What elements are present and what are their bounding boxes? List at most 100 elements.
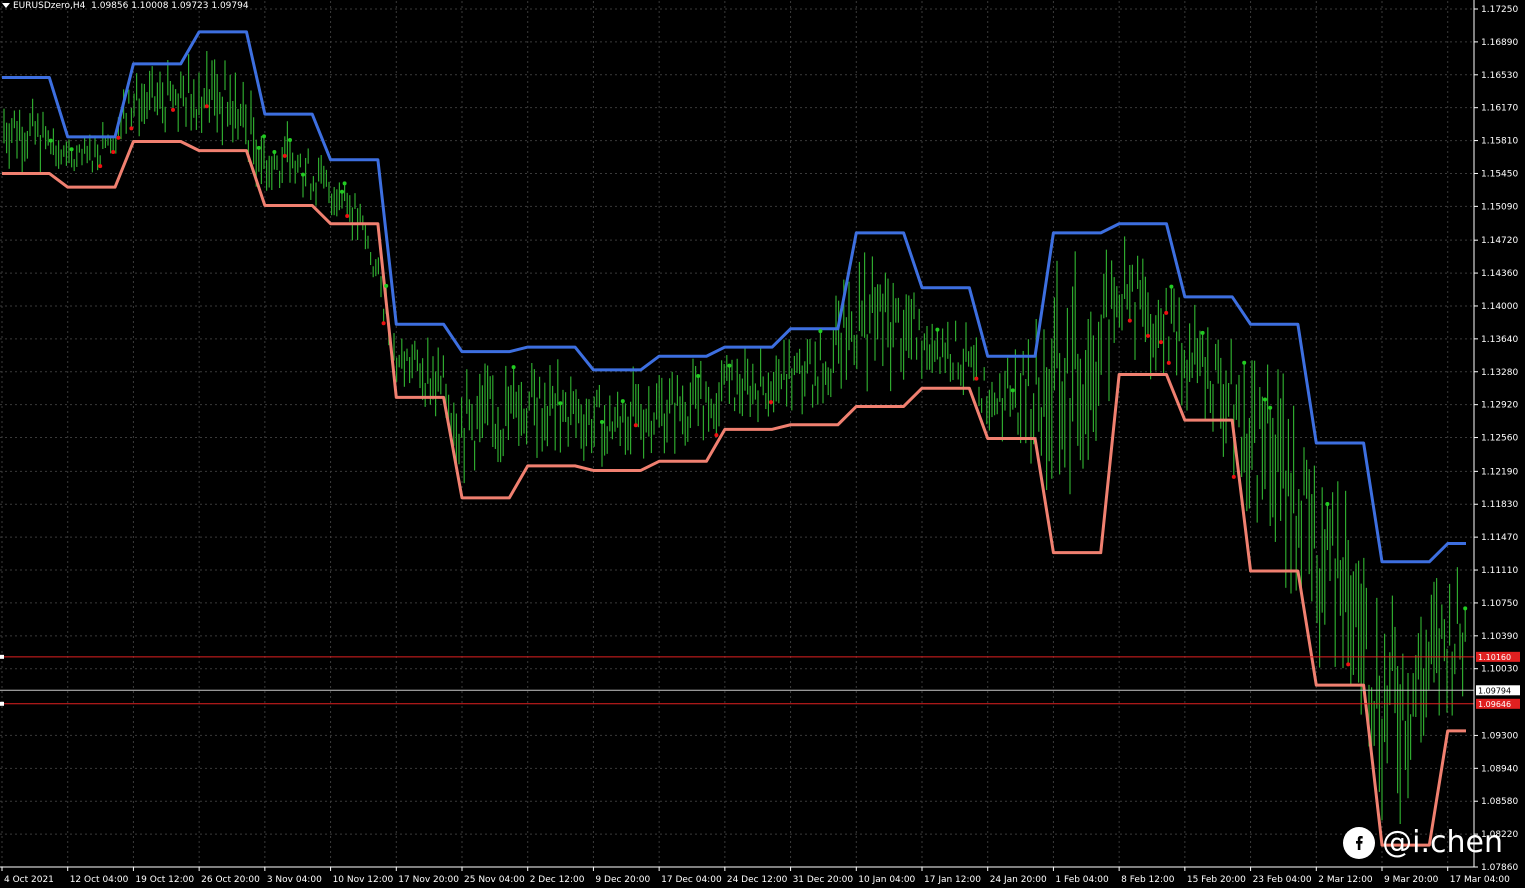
price-axis-label: 1.08220 (1481, 830, 1518, 840)
buy-signal-dot (1463, 606, 1468, 611)
time-axis-label: 19 Oct 12:00 (135, 875, 194, 885)
sell-signal-dot (171, 107, 175, 112)
time-axis-label: 26 Oct 20:00 (201, 875, 260, 885)
buy-signal-dot (256, 145, 261, 150)
time-axis-label: 15 Feb 20:00 (1187, 875, 1246, 885)
sell-signal-dot (116, 135, 121, 140)
buy-signal-dot (340, 189, 344, 194)
sell-signal-dot (1231, 474, 1236, 479)
buy-signal-dot (262, 134, 266, 139)
sell-signal-dot (769, 400, 773, 405)
buy-signal-dot (620, 399, 625, 404)
price-chart[interactable]: 4 Oct 2021 12 Oct 04:00 19 Oct 12:00 26 Oct… (0, 0, 1525, 888)
axes: 4 Oct 2021 12 Oct 04:00 19 Oct 12:00 26 Oct… (0, 0, 1518, 885)
buy-signal-dot (1169, 284, 1174, 289)
price-axis-label: 1.08580 (1481, 797, 1518, 807)
time-axis-label: 10 Nov 12:00 (333, 875, 394, 885)
sell-signal-dot (129, 126, 134, 131)
time-axis-label: 2 Mar 12:00 (1318, 875, 1373, 885)
sell-signal-dot (1166, 360, 1171, 365)
buy-signal-dot (727, 363, 732, 368)
time-axis-label: 8 Feb 12:00 (1121, 875, 1175, 885)
grid (0, 1, 1474, 868)
time-axis-label: 24 Jan 20:00 (990, 875, 1047, 885)
price-axis-label: 1.12560 (1481, 434, 1518, 444)
sell-signal-dot (633, 423, 638, 428)
buy-signal-dot (600, 419, 604, 424)
time-axis-label: 17 Jan 12:00 (924, 875, 981, 885)
horizontal-levels[interactable] (0, 654, 1474, 706)
sell-signal-dot (974, 376, 979, 381)
time-axis-label: 31 Dec 20:00 (793, 875, 854, 885)
buy-signal-dot (558, 401, 563, 406)
price-axis-label: 1.16530 (1481, 71, 1518, 81)
sell-signal-dot (1164, 310, 1169, 315)
buy-signal-dot (1263, 397, 1267, 402)
sell-signal-dot (1159, 340, 1163, 345)
sell-signal-dot (345, 213, 350, 218)
price-axis-label: 1.10390 (1481, 632, 1518, 642)
buy-signal-dot (48, 138, 53, 143)
support-level-line-handle[interactable] (0, 701, 4, 706)
time-axis-label: 4 Oct 2021 (4, 875, 54, 885)
resistance-price-tag: 1.10160 (1478, 653, 1511, 662)
price-axis-label: 1.14000 (1481, 302, 1518, 312)
time-axis-label: 24 Dec 12:00 (727, 875, 788, 885)
time-axis-label: 17 Nov 20:00 (398, 875, 459, 885)
buy-signal-dot (1010, 388, 1015, 393)
sell-signal-dot (282, 153, 287, 158)
sell-signal-dot (714, 433, 719, 438)
price-axis-label: 1.07860 (1481, 863, 1518, 873)
sell-signal-dot (204, 104, 209, 109)
sell-signal-dot (98, 164, 103, 169)
buy-signal-dot (935, 327, 940, 332)
buy-signal-dot (342, 181, 347, 186)
price-axis-label: 1.12190 (1481, 467, 1518, 477)
price-axis-label: 1.10030 (1481, 665, 1518, 675)
time-axis-label: 17 Dec 04:00 (661, 875, 722, 885)
price-axis-label: 1.15090 (1481, 202, 1518, 212)
buy-signal-dot (818, 329, 823, 334)
buy-signal-dot (511, 365, 516, 370)
price-axis-label: 1.11110 (1481, 566, 1518, 576)
support-price-tag: 1.09646 (1478, 700, 1511, 709)
price-axis-label: 1.10750 (1481, 599, 1518, 609)
time-axis-label: 25 Nov 04:00 (464, 875, 525, 885)
price-axis-label: 1.12920 (1481, 401, 1518, 411)
buy-signal-dot (288, 138, 292, 143)
time-axis-label: 3 Nov 04:00 (267, 875, 322, 885)
time-axis-label: 2 Dec 12:00 (530, 875, 585, 885)
price-axis-label: 1.08940 (1481, 764, 1518, 774)
time-axis-label: 9 Dec 20:00 (595, 875, 650, 885)
buy-signal-dot (1325, 502, 1330, 507)
time-axis-label: 10 Jan 04:00 (858, 875, 915, 885)
buy-signal-dot (272, 150, 277, 155)
buy-signal-dot (1200, 330, 1205, 335)
sell-signal-dot (381, 321, 386, 326)
time-axis-label: 1 Feb 04:00 (1055, 875, 1109, 885)
buy-signal-dot (69, 147, 74, 152)
time-axis-label: 9 Mar 20:00 (1384, 875, 1439, 885)
price-axis-label: 1.15810 (1481, 137, 1518, 147)
time-axis-label: 17 Mar 04:00 (1450, 875, 1510, 885)
resistance-level-line-handle[interactable] (0, 654, 4, 659)
buy-signal-dot (1268, 405, 1273, 410)
time-axis-label: 23 Feb 04:00 (1253, 875, 1312, 885)
price-axis-label: 1.15450 (1481, 169, 1518, 179)
sell-signal-dot (1346, 662, 1351, 667)
price-axis-label: 1.13280 (1481, 368, 1518, 378)
price-axis-label: 1.11470 (1481, 533, 1518, 543)
buy-signal-dot (301, 172, 305, 177)
sell-signal-dot (1146, 333, 1150, 338)
price-axis-label: 1.13640 (1481, 335, 1518, 345)
buy-signal-dot (696, 374, 701, 379)
sell-signal-dot (111, 150, 116, 155)
price-axis-label: 1.16890 (1481, 38, 1518, 48)
time-axis-label: 12 Oct 04:00 (70, 875, 129, 885)
sell-signal-dot (1127, 318, 1132, 323)
price-axis-label: 1.14720 (1481, 236, 1518, 246)
price-axis-label: 1.17250 (1481, 5, 1518, 15)
chart-window[interactable]: 4 Oct 2021 12 Oct 04:00 19 Oct 12:00 26 Oct… (0, 0, 1525, 888)
price-axis-label: 1.14360 (1481, 269, 1518, 279)
price-tags: 1.10160 1.09794 1.09646 (1476, 651, 1520, 709)
